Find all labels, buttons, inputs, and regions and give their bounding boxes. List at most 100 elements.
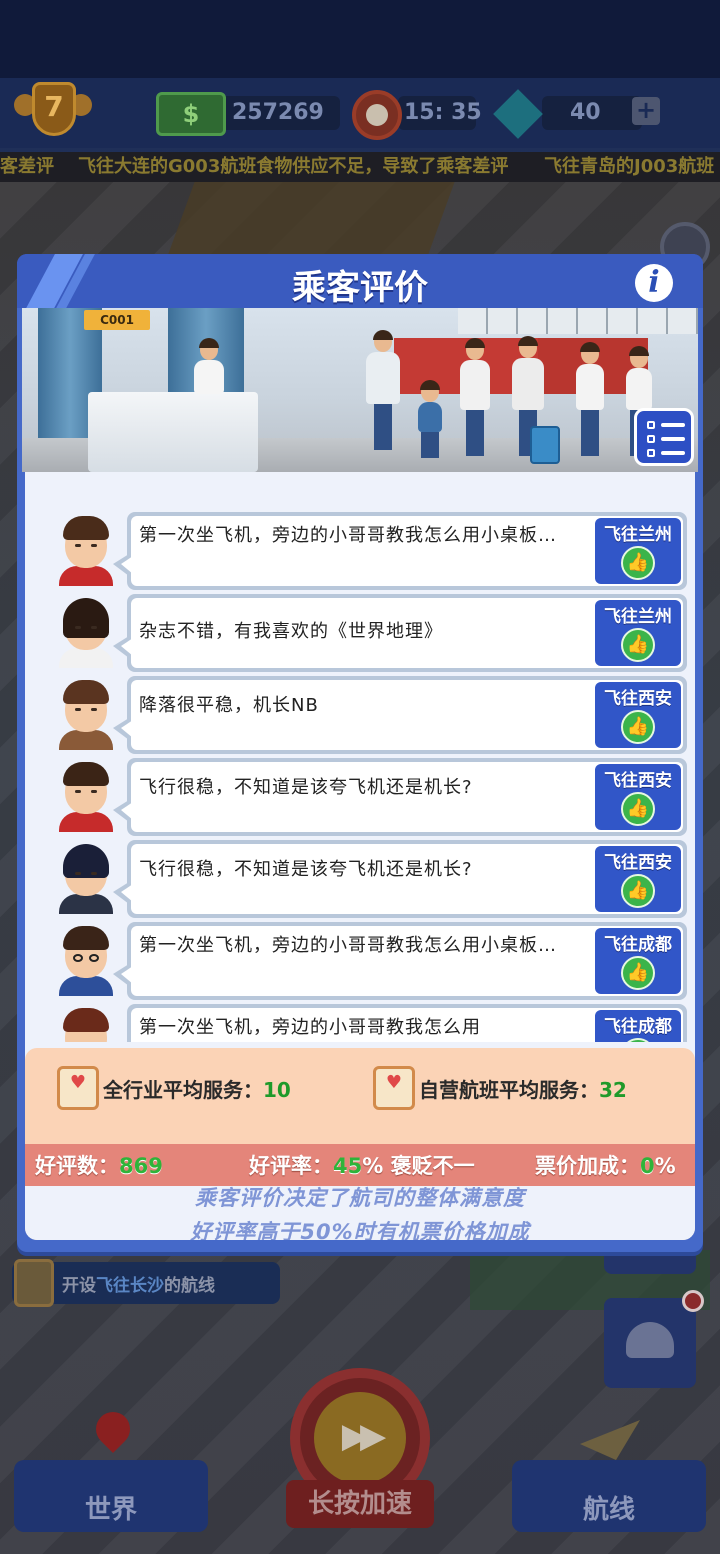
review-item: 杂志不错，有我喜欢的《世界地理》 飞往兰州 👍 (55, 594, 687, 672)
ticker-item: 飞往青岛的J003航班 (544, 156, 715, 177)
review-bubble: 杂志不错，有我喜欢的《世界地理》 飞往兰州 👍 (113, 594, 687, 672)
destination-tag: 飞往西安 👍 (595, 846, 681, 912)
review-bubble: 飞行很稳，不知道是该夸飞机还是机长? 飞往西安 👍 (113, 758, 687, 836)
passenger-avatar (55, 678, 117, 750)
passenger-avatar (55, 924, 117, 996)
heart-document-icon (373, 1066, 415, 1110)
passenger-avatar (55, 596, 117, 668)
review-item: 降落很平稳，机长NB 飞往西安 👍 (55, 676, 687, 754)
thumbs-up-icon: 👍 (621, 628, 655, 662)
review-item: 第一次坐飞机，旁边的小哥哥教我怎么用 飞往成都 👍 (55, 1004, 687, 1042)
dialog-body: 第一次坐飞机，旁边的小哥哥教我怎么用小桌板… 飞往兰州 👍 杂志不错，有我喜欢的… (25, 472, 695, 1240)
destination-tag: 飞往兰州 👍 (595, 600, 681, 666)
good-rate-suffix: % 褒贬不一 (362, 1154, 475, 1178)
destination-label: 飞往成都 (604, 1017, 672, 1037)
destination-tag: 飞往成都 👍 (595, 928, 681, 994)
notification-dot (682, 1290, 704, 1312)
review-text: 第一次坐飞机，旁边的小哥哥教我怎么用 (139, 1017, 481, 1038)
good-review-count: 好评数：869 (35, 1150, 163, 1180)
review-text: 飞行很稳，不知道是该夸飞机还是机长? (139, 777, 473, 798)
own-average-value: 32 (599, 1078, 627, 1102)
good-count-value: 869 (119, 1154, 163, 1178)
terminal-window (458, 308, 698, 334)
review-bubble: 第一次坐飞机，旁边的小哥哥教我怎么用小桌板… 飞往兰州 👍 (113, 512, 687, 590)
good-rate-label: 好评率： (249, 1154, 333, 1178)
industry-average-service: 全行业平均服务：10 (103, 1074, 291, 1103)
destination-label: 飞往成都 (604, 935, 672, 955)
review-item: 第一次坐飞机，旁边的小哥哥教我怎么用小桌板… 飞往成都 👍 (55, 922, 687, 1000)
staff-figure (194, 338, 224, 394)
footnote-area: 乘客评价决定了航司的整体满意度 好评率高于50%时有机票价格加成 (25, 1186, 695, 1240)
review-list[interactable]: 第一次坐飞机，旁边的小哥哥教我怎么用小桌板… 飞往兰州 👍 杂志不错，有我喜欢的… (25, 472, 695, 1042)
passenger-avatar (55, 514, 117, 586)
passenger-avatar (55, 760, 117, 832)
thumbs-up-icon: 👍 (621, 546, 655, 580)
own-average-label: 自营航班平均服务： (419, 1078, 599, 1102)
passenger-avatar (55, 842, 117, 914)
destination-label: 飞往西安 (604, 689, 672, 709)
task-prefix: 开设 (62, 1275, 96, 1296)
review-text: 杂志不错，有我喜欢的《世界地理》 (139, 621, 443, 642)
task-destination: 飞往长沙 (96, 1275, 164, 1296)
ticker-item: 客差评 (0, 156, 54, 177)
destination-label: 飞往兰州 (604, 525, 672, 545)
fare-bonus-value: 0 (640, 1154, 655, 1178)
destination-label: 飞往西安 (604, 771, 672, 791)
footnote-line: 乘客评价决定了航司的整体满意度 (195, 1186, 525, 1210)
passenger-figure (626, 346, 652, 456)
industry-average-value: 10 (263, 1078, 291, 1102)
destination-tag: 飞往西安 👍 (595, 764, 681, 830)
news-ticker: 客差评 飞往大连的G003航班食物供应不足，导致了乘客差评 飞往青岛的J003航… (0, 152, 720, 182)
fare-bonus: 票价加成：0% (535, 1150, 676, 1180)
clipboard-icon (14, 1259, 54, 1307)
good-rate-value: 45 (333, 1154, 363, 1178)
destination-tag: 飞往兰州 👍 (595, 518, 681, 584)
world-button[interactable]: 世界 (14, 1460, 208, 1532)
game-time: 15: 35 (404, 100, 482, 125)
passenger-figure (576, 342, 604, 456)
suitcase (530, 426, 560, 464)
good-review-rate: 好评率：45% 褒贬不一 (249, 1150, 475, 1180)
review-item: 飞行很稳，不知道是该夸飞机还是机长? 飞往西安 👍 (55, 840, 687, 918)
review-bubble: 飞行很稳，不知道是该夸飞机还是机长? 飞往西安 👍 (113, 840, 687, 918)
ticker-item: 飞往大连的G003航班食物供应不足，导致了乘客差评 (78, 156, 509, 177)
diamond-icon (488, 92, 548, 136)
industry-average-label: 全行业平均服务： (103, 1078, 263, 1102)
routes-button[interactable]: 航线 (512, 1460, 706, 1532)
top-safe-area (0, 0, 720, 78)
dialog-title: 乘客评价 (292, 268, 428, 308)
airport-counter-illustration: C001 (22, 308, 698, 472)
info-icon[interactable]: i (635, 264, 673, 302)
task-bar[interactable]: 开设飞往长沙的航线 (12, 1259, 280, 1307)
level-number: 7 (44, 90, 64, 123)
level-badge[interactable]: 7 (14, 82, 92, 138)
thumbs-up-icon: 👍 (621, 956, 655, 990)
review-item: 第一次坐飞机，旁边的小哥哥教我怎么用小桌板… 飞往兰州 👍 (55, 512, 687, 590)
destination-label: 飞往西安 (604, 853, 672, 873)
review-item: 飞行很稳，不知道是该夸飞机还是机长? 飞往西安 👍 (55, 758, 687, 836)
speed-up-button[interactable]: 长按加速 (286, 1480, 434, 1528)
service-desk (88, 392, 258, 472)
passenger-figure (460, 338, 490, 456)
child-figure (418, 380, 442, 458)
review-text: 第一次坐飞机，旁边的小哥哥教我怎么用小桌板… (139, 525, 557, 546)
review-bubble: 第一次坐飞机，旁边的小哥哥教我怎么用 飞往成都 👍 (127, 1004, 687, 1042)
review-text: 第一次坐飞机，旁边的小哥哥教我怎么用小桌板… (139, 935, 557, 956)
review-text: 降落很平稳，机长NB (139, 695, 319, 716)
destination-tag: 飞往西安 👍 (595, 682, 681, 748)
review-text: 飞行很稳，不知道是该夸飞机还是机长? (139, 859, 473, 880)
task-text: 开设飞往长沙的航线 (62, 1271, 215, 1296)
thumbs-up-icon: 👍 (621, 792, 655, 826)
review-bubble: 降落很平稳，机长NB 飞往西安 👍 (113, 676, 687, 754)
good-count-label: 好评数： (35, 1154, 119, 1178)
passenger-reviews-dialog: 乘客评价 i C001 第一次坐飞机，旁边的小哥哥教我怎么用小桌板… 飞往兰州 … (17, 254, 703, 1252)
checklist-icon[interactable] (634, 408, 694, 466)
rating-summary-bar: 好评数：869 好评率：45% 褒贬不一 票价加成：0% (25, 1144, 695, 1186)
destination-label: 飞往兰州 (604, 607, 672, 627)
task-suffix: 的航线 (164, 1275, 215, 1296)
money-amount: 257269 (232, 100, 324, 125)
dialog-header: 乘客评价 i (17, 254, 703, 308)
passenger-figure (512, 336, 544, 456)
add-gems-button[interactable]: + (632, 97, 660, 125)
passengers-button[interactable] (604, 1298, 696, 1388)
